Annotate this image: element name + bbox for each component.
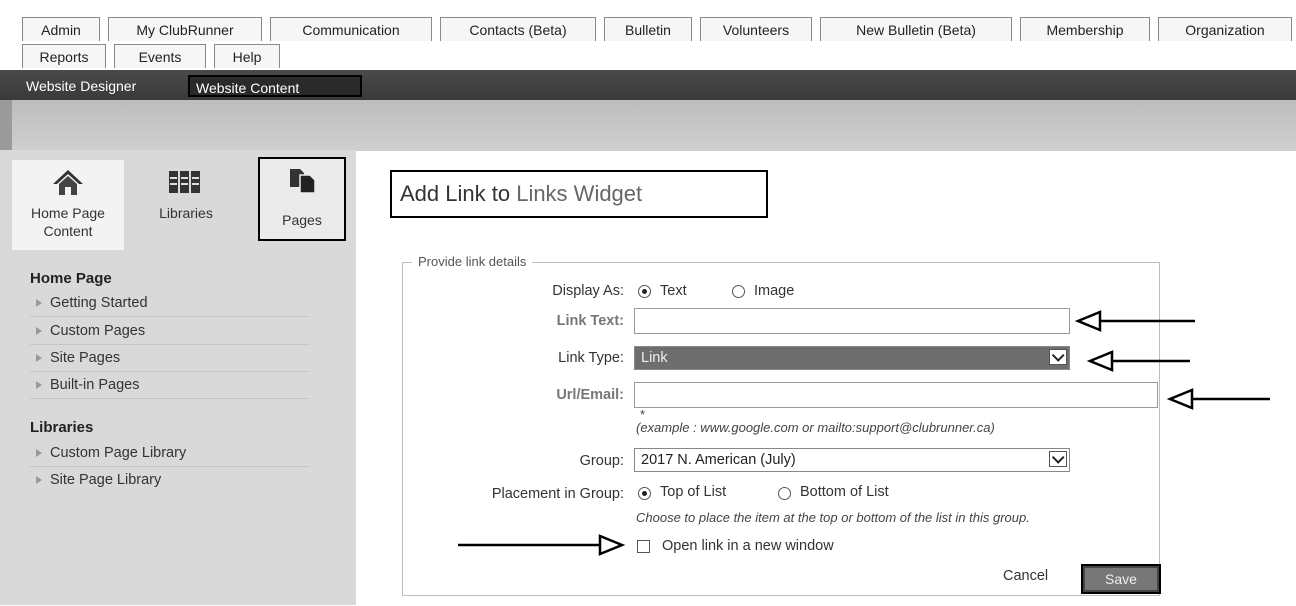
- subtab-website-content[interactable]: Website Content: [188, 75, 362, 97]
- tab-reports[interactable]: Reports: [22, 44, 106, 68]
- arrow-right-icon: [36, 299, 42, 308]
- placement-hint: Choose to place the item at the top or b…: [636, 510, 1030, 525]
- link-type-label: Link Type:: [558, 350, 624, 366]
- tab-communication[interactable]: Communication: [270, 17, 432, 41]
- display-text-label: Text: [660, 283, 687, 299]
- group-value: 2017 N. American (July): [641, 452, 796, 468]
- placement-top-radio[interactable]: [638, 487, 651, 500]
- sidebar-item-site-pages[interactable]: Site Pages: [30, 345, 310, 372]
- cancel-button[interactable]: Cancel: [1003, 568, 1048, 584]
- display-image-radio[interactable]: [732, 285, 745, 298]
- arrow-right-icon: [36, 327, 42, 336]
- link-text-label: Link Text:: [556, 313, 624, 329]
- tab-bulletin[interactable]: Bulletin: [604, 17, 692, 41]
- chevron-down-icon: [1049, 451, 1067, 467]
- sidebar-item-custom-pages[interactable]: Custom Pages: [30, 318, 310, 345]
- header-band: [0, 100, 1296, 150]
- display-as-label: Display As:: [552, 283, 624, 299]
- tab-help[interactable]: Help: [214, 44, 280, 68]
- group-select[interactable]: 2017 N. American (July): [634, 448, 1070, 472]
- placement-label: Placement in Group:: [491, 486, 624, 502]
- sidebar-item-getting-started[interactable]: Getting Started: [30, 290, 310, 317]
- pages-icon: [290, 169, 316, 194]
- url-example-hint: (example : www.google.com or mailto:supp…: [636, 420, 995, 435]
- placement-top-label: Top of List: [660, 484, 727, 500]
- sidebar-section-home-page: Home Page: [30, 270, 112, 287]
- url-email-label: Url/Email:: [556, 387, 624, 403]
- link-text-input[interactable]: [634, 308, 1070, 334]
- new-window-label: Open link in a new window: [662, 538, 834, 554]
- tab-my-clubrunner[interactable]: My ClubRunner: [108, 17, 262, 41]
- chevron-down-icon: [1049, 349, 1067, 365]
- tab-new-bulletin-beta[interactable]: New Bulletin (Beta): [820, 17, 1012, 41]
- subtab-website-designer[interactable]: Website Designer: [20, 75, 142, 97]
- home-page-content-label: Home Page Content: [31, 205, 105, 239]
- group-label: Group:: [579, 453, 624, 469]
- display-text-radio[interactable]: [638, 285, 651, 298]
- new-window-checkbox[interactable]: [637, 540, 650, 553]
- top-tab-bar: Admin My ClubRunner Communication Contac…: [0, 0, 1296, 70]
- libraries-label: Libraries: [159, 205, 213, 221]
- libraries-button[interactable]: Libraries: [130, 160, 242, 250]
- arrow-right-icon: [36, 449, 42, 458]
- sidebar-item-site-page-library[interactable]: Site Page Library: [30, 467, 310, 493]
- placement-bottom-radio[interactable]: [778, 487, 791, 500]
- home-icon: [53, 170, 83, 195]
- arrow-right-icon: [36, 381, 42, 390]
- sub-nav-bar: Website Designer Website Content: [0, 70, 1296, 100]
- pages-label: Pages: [282, 212, 322, 228]
- sidebar-item-custom-page-library[interactable]: Custom Page Library: [30, 440, 310, 467]
- arrow-right-icon: [36, 354, 42, 363]
- tab-organization[interactable]: Organization: [1158, 17, 1292, 41]
- save-label: Save: [1085, 568, 1157, 590]
- sidebar-item-built-in-pages[interactable]: Built-in Pages: [30, 372, 310, 399]
- home-page-content-button[interactable]: Home Page Content: [12, 160, 124, 250]
- tab-contacts-beta[interactable]: Contacts (Beta): [440, 17, 596, 41]
- link-type-value: Link: [641, 350, 668, 366]
- arrow-right-icon: [36, 476, 42, 485]
- libraries-icon: [169, 171, 200, 193]
- page-title: Add Link to Links Widget: [390, 170, 768, 218]
- pages-button[interactable]: Pages: [258, 157, 346, 241]
- fieldset-legend: Provide link details: [412, 254, 533, 269]
- display-image-label: Image: [754, 283, 795, 299]
- tab-membership[interactable]: Membership: [1020, 17, 1150, 41]
- url-email-input[interactable]: [634, 382, 1158, 408]
- placement-bottom-label: Bottom of List: [800, 484, 889, 500]
- save-button[interactable]: Save: [1081, 564, 1161, 594]
- tab-events[interactable]: Events: [114, 44, 206, 68]
- link-type-select[interactable]: Link: [634, 346, 1070, 370]
- sidebar-section-libraries: Libraries: [30, 419, 94, 436]
- tab-volunteers[interactable]: Volunteers: [700, 17, 812, 41]
- tab-admin[interactable]: Admin: [22, 17, 100, 41]
